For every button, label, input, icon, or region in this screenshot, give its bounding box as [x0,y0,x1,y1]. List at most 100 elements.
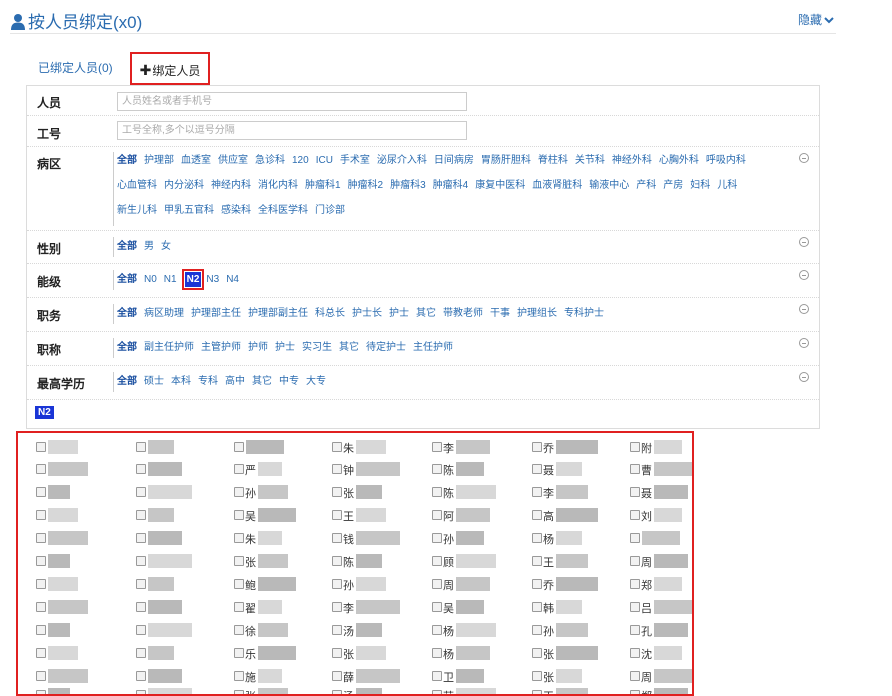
person-checkbox[interactable] [432,464,442,474]
person-checkbox[interactable] [432,602,442,612]
person-checkbox[interactable] [630,442,640,452]
person-checkbox[interactable] [532,487,542,497]
person-item[interactable] [36,439,126,457]
title-option[interactable]: 护师 [248,335,268,360]
person-item[interactable]: 郑 [630,576,692,594]
person-checkbox[interactable] [136,464,146,474]
title-option[interactable]: 其它 [339,335,359,360]
person-item[interactable]: 钱 [332,530,422,548]
education-option[interactable]: 专科 [198,369,218,394]
duty-option[interactable]: 干事 [490,301,510,326]
person-checkbox[interactable] [136,602,146,612]
person-checkbox[interactable] [332,648,342,658]
person-item[interactable] [136,599,226,617]
ward-option[interactable]: 全部 [117,148,137,173]
person-checkbox[interactable] [630,671,640,681]
person-item[interactable] [36,484,126,502]
person-checkbox[interactable] [36,690,46,694]
level-option[interactable]: N2 [181,269,205,290]
person-checkbox[interactable] [332,556,342,566]
person-item[interactable] [136,484,226,502]
duty-option[interactable]: 护理组长 [517,301,557,326]
person-checkbox[interactable] [630,602,640,612]
person-checkbox[interactable] [630,648,640,658]
ward-option[interactable]: 神经外科 [612,148,652,173]
ward-option[interactable]: 门诊部 [315,198,345,223]
ward-option[interactable]: 胃肠肝胆科 [481,148,531,173]
person-checkbox[interactable] [136,510,146,520]
person-search-input[interactable] [117,92,467,111]
person-item[interactable] [136,530,226,548]
person-item[interactable] [36,530,126,548]
person-checkbox[interactable] [630,487,640,497]
person-checkbox[interactable] [432,487,442,497]
person-item[interactable]: 翟 [234,599,324,617]
level-option[interactable]: N4 [226,267,239,292]
selected-filter-chip[interactable]: N2 [35,406,54,419]
person-item[interactable]: 陈 [432,461,522,479]
person-item[interactable]: 曹 [630,461,692,479]
ward-option[interactable]: 120 [292,148,309,173]
ward-option[interactable]: 肿瘤科1 [305,173,341,198]
ward-option[interactable]: 供应室 [218,148,248,173]
person-item[interactable]: 朱 [332,439,422,457]
person-checkbox[interactable] [332,671,342,681]
person-item[interactable]: 孙 [532,622,622,640]
title-option[interactable]: 实习生 [302,335,332,360]
person-item[interactable]: 吴 [432,599,522,617]
person-item[interactable] [36,622,126,640]
person-checkbox[interactable] [332,625,342,635]
education-option[interactable]: 大专 [306,369,326,394]
person-checkbox[interactable] [532,648,542,658]
title-option[interactable]: 主管护师 [201,335,241,360]
person-item[interactable]: 杨 [432,645,522,663]
ward-option[interactable]: 感染科 [221,198,251,223]
person-checkbox[interactable] [630,510,640,520]
ward-option[interactable]: 消化内科 [258,173,298,198]
person-item[interactable]: 杨 [532,530,622,548]
person-item[interactable]: 陈 [432,484,522,502]
ward-option[interactable]: 心胸外科 [659,148,699,173]
person-checkbox[interactable] [532,690,542,694]
person-checkbox[interactable] [532,533,542,543]
person-item[interactable]: 周 [432,576,522,594]
person-item[interactable]: 孙 [332,576,422,594]
ward-option[interactable]: 全科医学科 [258,198,308,223]
person-item[interactable]: 张 [332,484,422,502]
ward-option[interactable]: 泌尿介入科 [377,148,427,173]
title-option[interactable]: 副主任护师 [144,335,194,360]
person-item[interactable] [136,461,226,479]
level-option[interactable]: N3 [206,267,219,292]
person-item[interactable]: 孙 [432,530,522,548]
person-checkbox[interactable] [432,625,442,635]
person-checkbox[interactable] [36,442,46,452]
ward-option[interactable]: 血透室 [181,148,211,173]
person-checkbox[interactable] [234,579,244,589]
duty-option[interactable]: 病区助理 [144,301,184,326]
person-checkbox[interactable] [432,556,442,566]
duty-option[interactable]: 专科护士 [564,301,604,326]
person-checkbox[interactable] [532,442,542,452]
person-item[interactable]: 朱 [234,530,324,548]
gender-option[interactable]: 男 [144,234,154,259]
person-checkbox[interactable] [532,464,542,474]
person-item[interactable] [136,622,226,640]
person-item[interactable]: 施 [234,668,324,686]
person-item[interactable]: 汤 [332,687,422,694]
person-checkbox[interactable] [136,648,146,658]
collapse-icon[interactable] [799,338,809,348]
person-item[interactable] [36,599,126,617]
jobno-input[interactable] [117,121,467,140]
person-item[interactable]: 薛 [332,668,422,686]
person-checkbox[interactable] [332,442,342,452]
person-item[interactable] [136,553,226,571]
person-checkbox[interactable] [234,602,244,612]
person-checkbox[interactable] [630,579,640,589]
education-option[interactable]: 中专 [279,369,299,394]
person-item[interactable]: 乐 [234,645,324,663]
ward-option[interactable]: 肿瘤科3 [390,173,426,198]
person-item[interactable] [136,507,226,525]
level-option[interactable]: N0 [144,267,157,292]
person-checkbox[interactable] [432,533,442,543]
person-checkbox[interactable] [532,671,542,681]
